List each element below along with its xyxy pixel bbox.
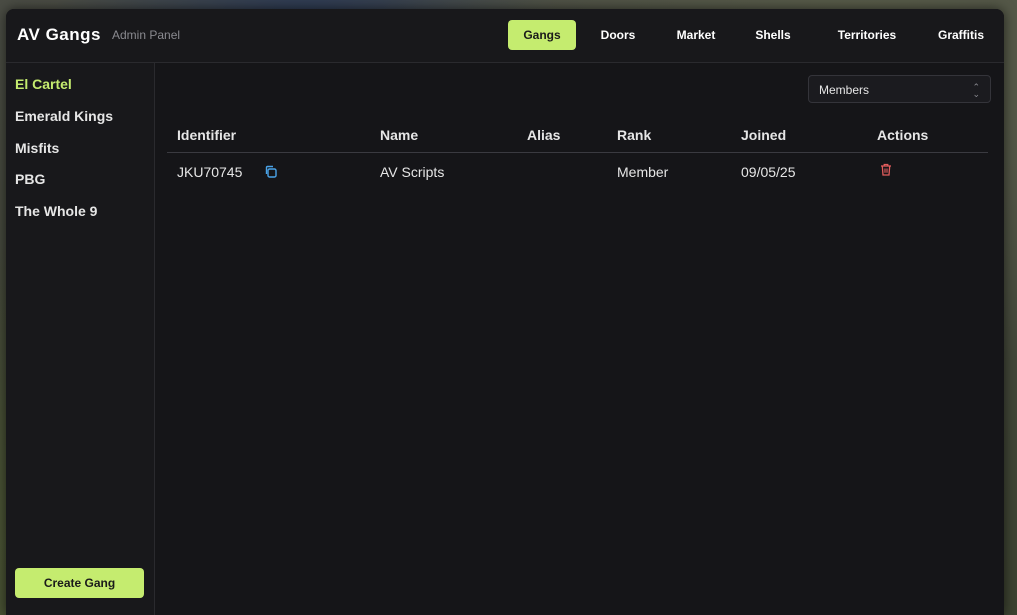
sidebar-item-misfits[interactable]: Misfits: [15, 140, 59, 156]
cell-name: AV Scripts: [380, 164, 445, 180]
header: AV Gangs Admin Panel Gangs Doors Market …: [6, 9, 1004, 63]
view-select[interactable]: Members ⌃ ⌄: [808, 75, 991, 103]
column-header-joined: Joined: [741, 127, 787, 143]
table-header-divider: [167, 152, 988, 153]
tab-gangs[interactable]: Gangs: [508, 20, 576, 50]
tab-graffitis[interactable]: Graffitis: [922, 20, 1000, 50]
sidebar-item-pbg[interactable]: PBG: [15, 171, 45, 187]
sidebar-item-el-cartel[interactable]: El Cartel: [15, 76, 72, 92]
trash-icon[interactable]: [880, 163, 892, 181]
column-header-identifier: Identifier: [177, 127, 237, 143]
tab-territories[interactable]: Territories: [821, 20, 913, 50]
main-content: Members ⌃ ⌄ Identifier Name Alias Rank Jo…: [155, 63, 1004, 615]
cell-rank: Member: [617, 164, 669, 180]
tab-shells[interactable]: Shells: [741, 20, 805, 50]
cell-joined: 09/05/25: [741, 164, 796, 180]
cell-identifier: JKU70745: [177, 164, 243, 180]
copy-icon[interactable]: [264, 165, 277, 183]
admin-panel: AV Gangs Admin Panel Gangs Doors Market …: [6, 9, 1004, 615]
sidebar-item-the-whole-9[interactable]: The Whole 9: [15, 203, 97, 219]
tab-doors[interactable]: Doors: [585, 20, 651, 50]
view-select-value: Members: [819, 83, 870, 97]
app-title: AV Gangs: [17, 25, 101, 44]
column-header-alias: Alias: [527, 127, 561, 143]
column-header-actions: Actions: [877, 127, 929, 143]
chevron-updown-icon: ⌃ ⌄: [972, 82, 980, 99]
column-header-rank: Rank: [617, 127, 652, 143]
sidebar: El Cartel Emerald Kings Misfits PBG The …: [6, 63, 155, 615]
tab-market[interactable]: Market: [662, 20, 730, 50]
column-header-name: Name: [380, 127, 419, 143]
create-gang-button[interactable]: Create Gang: [15, 568, 144, 598]
sidebar-item-emerald-kings[interactable]: Emerald Kings: [15, 108, 113, 124]
app-subtitle: Admin Panel: [112, 28, 181, 42]
